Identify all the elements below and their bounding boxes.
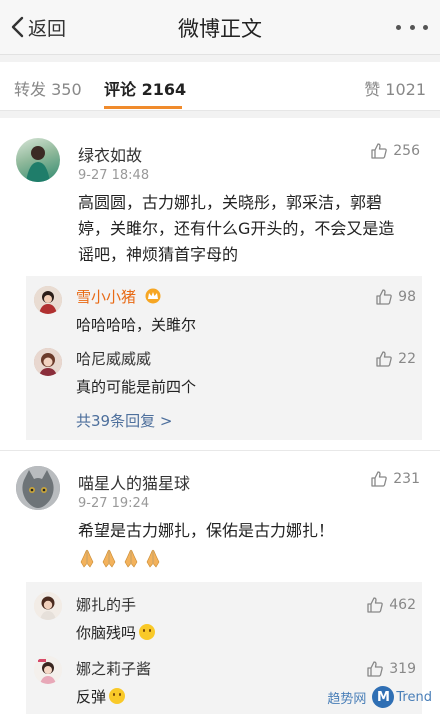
thumbs-up-icon xyxy=(376,289,392,305)
dot-icon xyxy=(423,24,428,30)
like-count: 98 xyxy=(398,289,416,305)
reply-username[interactable]: 哈尼威威威 xyxy=(76,348,151,369)
comment-time: 9-27 19:24 xyxy=(78,496,150,511)
dot-icon xyxy=(409,24,415,30)
like-count: 462 xyxy=(389,597,416,613)
avatar[interactable] xyxy=(34,592,62,620)
like-button[interactable]: 256 xyxy=(370,142,420,160)
like-count: 256 xyxy=(393,143,420,159)
avatar-image xyxy=(34,656,62,684)
watermark-logo-icon: M xyxy=(372,686,395,708)
reply-text: 反弹 xyxy=(76,684,126,710)
reply-username[interactable]: 娜扎的手 xyxy=(76,594,136,615)
reply-username[interactable]: 雪小小猪 xyxy=(76,286,162,308)
like-button[interactable]: 22 xyxy=(375,350,416,368)
thumbs-up-icon xyxy=(371,143,388,159)
comment-username[interactable]: 绿衣如故 xyxy=(78,142,142,166)
avatar-image xyxy=(34,286,62,314)
pray-hands-icon xyxy=(122,548,140,572)
avatar-image xyxy=(34,592,62,620)
thumbs-up-icon xyxy=(367,661,384,677)
comment-text: 希望是古力娜扎，保佑是古力娜扎！ xyxy=(78,521,335,540)
more-replies-link[interactable]: 共39条回复 > xyxy=(76,410,172,431)
like-button[interactable]: 98 xyxy=(375,288,416,306)
tab-comment[interactable]: 评论 2164 xyxy=(104,76,186,100)
pray-hands-icon xyxy=(78,548,96,572)
thumbs-up-icon xyxy=(367,597,384,613)
pray-hands-icon xyxy=(100,548,118,572)
like-count: 319 xyxy=(389,661,416,677)
comment-text-line: 谣吧，神烦猜首字母的 xyxy=(78,245,239,264)
avatar[interactable] xyxy=(34,348,62,376)
avatar-image xyxy=(16,466,60,510)
like-button[interactable]: 319 xyxy=(366,660,416,678)
comment-time: 9-27 18:48 xyxy=(78,168,150,183)
active-tab-indicator xyxy=(104,106,182,109)
comment-username[interactable]: 喵星人的猫星球 xyxy=(78,470,190,494)
reply-username-text: 雪小小猪 xyxy=(76,288,137,306)
comment-text-line: 婷，关雎尔，还有什么G开头的，不会又是造 xyxy=(78,219,395,238)
reply-text: 你脑残吗 xyxy=(76,620,156,646)
avatar[interactable] xyxy=(16,138,60,182)
comment-text: 高圆圆，古力娜扎，关晓彤，郭采洁，郭碧 婷，关雎尔，还有什么G开头的，不会又是造… xyxy=(78,190,428,268)
comment-list: 绿衣如故 9-27 18:48 256 高圆圆，古力娜扎，关晓彤，郭采洁，郭碧 … xyxy=(0,118,440,714)
page-title: 微博正文 xyxy=(178,17,262,41)
avatar[interactable] xyxy=(34,286,62,314)
thumbs-up-icon xyxy=(371,471,388,487)
tab-like[interactable]: 赞 1021 xyxy=(364,76,426,100)
reply-text: 哈哈哈哈，关雎尔 xyxy=(76,316,197,334)
reply-username[interactable]: 娜之莉子酱 xyxy=(76,658,151,679)
like-button[interactable]: 462 xyxy=(366,596,416,614)
reply-text-content: 你脑残吗 xyxy=(76,624,137,642)
reply-box: 雪小小猪 哈哈哈哈，关雎尔 98 哈尼威威威 真的可能是前四个 22 共39条回… xyxy=(26,276,422,440)
avatar[interactable] xyxy=(16,466,60,510)
avatar-image xyxy=(34,348,62,376)
vip-crown-icon xyxy=(144,288,162,308)
pray-emoji-row xyxy=(78,548,166,572)
avatar[interactable] xyxy=(34,656,62,684)
dot-icon xyxy=(396,24,401,30)
like-count: 22 xyxy=(398,351,416,367)
reply-text-content: 反弹 xyxy=(76,688,107,706)
comment-text-line: 高圆圆，古力娜扎，关晓彤，郭采洁，郭碧 xyxy=(78,193,383,212)
like-button[interactable]: 231 xyxy=(370,470,420,488)
tab-repost[interactable]: 转发 350 xyxy=(14,76,82,100)
comment-item: 绿衣如故 9-27 18:48 256 高圆圆，古力娜扎，关晓彤，郭采洁，郭碧 … xyxy=(0,118,440,452)
like-count: 231 xyxy=(393,471,420,487)
watermark-prefix: 趋势网 xyxy=(327,691,367,707)
comment-item: 喵星人的猫星球 9-27 19:24 231 希望是古力娜扎，保佑是古力娜扎！ … xyxy=(0,452,440,714)
nav-bar: 返回 微博正文 xyxy=(0,0,440,55)
pray-hands-icon xyxy=(144,548,162,572)
divider xyxy=(0,450,440,451)
watermark-suffix: Trend xyxy=(396,689,432,705)
tab-bar: 转发 350 评论 2164 赞 1021 xyxy=(0,62,440,111)
laugh-emoji-icon xyxy=(109,688,126,704)
smile-emoji-icon xyxy=(139,624,156,640)
avatar-image xyxy=(26,146,50,182)
more-options-button[interactable] xyxy=(396,16,428,38)
watermark: 趋势网 M Trend xyxy=(327,686,432,708)
reply-text: 真的可能是前四个 xyxy=(76,378,197,396)
thumbs-up-icon xyxy=(376,351,392,367)
